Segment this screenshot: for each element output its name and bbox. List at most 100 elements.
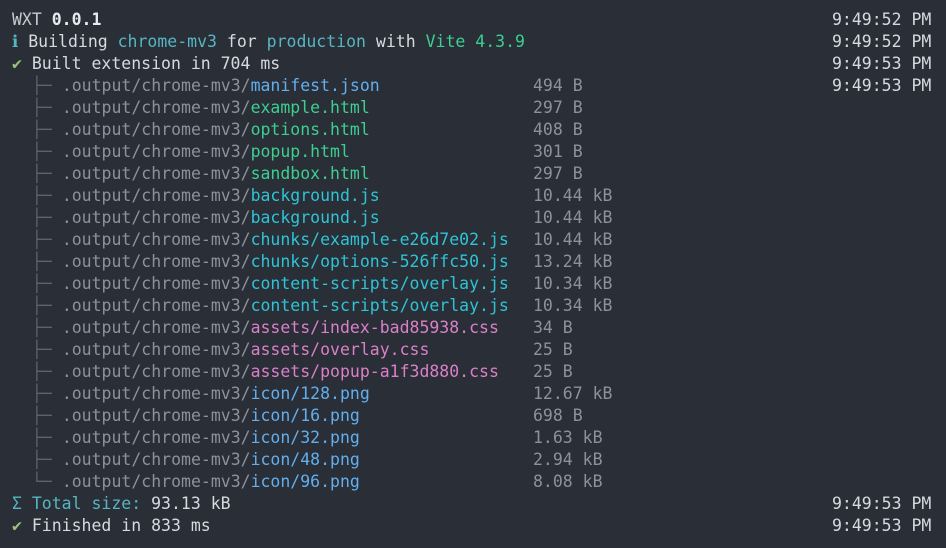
file-name: background.js (250, 208, 380, 227)
file-size: 494 B (533, 76, 583, 95)
file-name: icon/32.png (250, 428, 360, 447)
finished-line: ✔ Finished in 833 ms 9:49:53 PM (0, 515, 946, 537)
file-size: 13.24 kB (533, 252, 613, 271)
tree-branch: ├─ (32, 318, 52, 337)
file-dir: .output/chrome-mv3/ (61, 164, 251, 183)
file-row: ├─ .output/chrome-mv3/content-scripts/ov… (0, 273, 946, 295)
file-dir: .output/chrome-mv3/ (61, 274, 251, 293)
file-name: sandbox.html (250, 164, 370, 183)
file-name: content-scripts/overlay.js (250, 296, 509, 315)
file-list: ├─ .output/chrome-mv3/manifest.json 494 B… (0, 75, 946, 493)
file-row: ├─ .output/chrome-mv3/chunks/example-e26… (0, 229, 946, 251)
app-version: 0.0.1 (51, 10, 102, 29)
file-dir: .output/chrome-mv3/ (61, 384, 251, 403)
file-name: manifest.json (250, 76, 380, 95)
file-size: 408 B (533, 120, 583, 139)
tree-branch: ├─ (32, 98, 52, 117)
file-name: chunks/options-526ffc50.js (250, 252, 509, 271)
file-size: 8.08 kB (533, 472, 603, 491)
file-row: ├─ .output/chrome-mv3/background.js 10.44… (0, 185, 946, 207)
file-size: 10.34 kB (533, 274, 613, 293)
file-dir: .output/chrome-mv3/ (61, 76, 251, 95)
file-name: example.html (250, 98, 370, 117)
tree-branch: ├─ (32, 296, 52, 315)
building-prefix: Building (28, 32, 118, 51)
file-row: ├─ .output/chrome-mv3/assets/overlay.css… (0, 339, 946, 361)
file-name: popup.html (250, 142, 350, 161)
file-dir: .output/chrome-mv3/ (61, 230, 251, 249)
tree-branch: ├─ (32, 428, 52, 447)
check-icon: ✔ (12, 516, 22, 535)
tree-branch: ├─ (32, 252, 52, 271)
build-mode: production (266, 32, 366, 51)
build-tool: Vite 4.3.9 (425, 32, 525, 51)
tree-branch: ├─ (32, 186, 52, 205)
header-line: WXT 0.0.1 9:49:52 PM (0, 9, 946, 31)
building-for: for (216, 32, 267, 51)
file-dir: .output/chrome-mv3/ (61, 208, 251, 227)
file-dir: .output/chrome-mv3/ (61, 186, 251, 205)
file-row: ├─ .output/chrome-mv3/manifest.json 494 B… (0, 75, 946, 97)
build-target: chrome-mv3 (117, 32, 217, 51)
file-name: chunks/example-e26d7e02.js (250, 230, 509, 249)
total-value: 93.13 kB (141, 494, 231, 513)
file-size: 25 B (533, 340, 573, 359)
total-label: Total size: (31, 494, 142, 513)
file-dir: .output/chrome-mv3/ (61, 362, 251, 381)
sigma-icon: Σ (12, 494, 22, 513)
file-dir: .output/chrome-mv3/ (61, 318, 251, 337)
file-row: ├─ .output/chrome-mv3/chunks/options-526… (0, 251, 946, 273)
file-row: ├─ .output/chrome-mv3/options.html 408 B (0, 119, 946, 141)
file-dir: .output/chrome-mv3/ (61, 428, 251, 447)
file-size: 10.44 kB (533, 230, 613, 249)
file-name: assets/popup-a1f3d880.css (250, 362, 499, 381)
app-name: WXT (12, 10, 42, 29)
file-size: 12.67 kB (533, 384, 613, 403)
tree-branch: ├─ (32, 274, 52, 293)
file-row: └─ .output/chrome-mv3/icon/96.png 8.08 kB (0, 471, 946, 493)
timestamp: 9:49:53 PM (832, 76, 932, 95)
total-line: Σ Total size: 93.13 kB 9:49:53 PM (0, 493, 946, 515)
file-dir: .output/chrome-mv3/ (61, 340, 251, 359)
file-size: 10.34 kB (533, 296, 613, 315)
check-icon: ✔ (12, 54, 22, 73)
file-dir: .output/chrome-mv3/ (61, 296, 251, 315)
file-row: ├─ .output/chrome-mv3/icon/128.png 12.67 … (0, 383, 946, 405)
file-row: ├─ .output/chrome-mv3/sandbox.html 297 B (0, 163, 946, 185)
file-dir: .output/chrome-mv3/ (61, 406, 251, 425)
built-text: Built extension in 704 ms (31, 54, 281, 73)
file-row: ├─ .output/chrome-mv3/background.js 10.44… (0, 207, 946, 229)
file-name: content-scripts/overlay.js (250, 274, 509, 293)
file-name: background.js (250, 186, 380, 205)
tree-branch: ├─ (32, 362, 52, 381)
finished-text: Finished in 833 ms (31, 516, 211, 535)
file-size: 698 B (533, 406, 583, 425)
file-dir: .output/chrome-mv3/ (61, 450, 251, 469)
file-dir: .output/chrome-mv3/ (61, 472, 251, 491)
file-size: 301 B (533, 142, 583, 161)
file-size: 297 B (533, 164, 583, 183)
file-row: ├─ .output/chrome-mv3/assets/popup-a1f3d… (0, 361, 946, 383)
tree-branch: ├─ (32, 384, 52, 403)
file-size: 297 B (533, 98, 583, 117)
file-dir: .output/chrome-mv3/ (61, 120, 251, 139)
built-line: ✔ Built extension in 704 ms 9:49:53 PM (0, 53, 946, 75)
terminal-output: WXT 0.0.1 9:49:52 PM ℹ Building chrome-m… (0, 0, 946, 548)
file-size: 2.94 kB (533, 450, 603, 469)
file-name: assets/overlay.css (250, 340, 430, 359)
timestamp: 9:49:53 PM (832, 494, 932, 513)
file-row: ├─ .output/chrome-mv3/popup.html 301 B (0, 141, 946, 163)
file-dir: .output/chrome-mv3/ (61, 142, 251, 161)
file-row: ├─ .output/chrome-mv3/icon/32.png 1.63 kB (0, 427, 946, 449)
file-name: assets/index-bad85938.css (250, 318, 499, 337)
file-name: icon/128.png (250, 384, 370, 403)
tree-branch: ├─ (32, 76, 52, 95)
tree-branch: └─ (32, 472, 52, 491)
timestamp: 9:49:53 PM (832, 54, 932, 73)
file-row: ├─ .output/chrome-mv3/example.html 297 B (0, 97, 946, 119)
tree-branch: ├─ (32, 208, 52, 227)
file-row: ├─ .output/chrome-mv3/icon/48.png 2.94 kB (0, 449, 946, 471)
timestamp: 9:49:52 PM (832, 10, 932, 29)
tree-branch: ├─ (32, 450, 52, 469)
timestamp: 9:49:53 PM (832, 516, 932, 535)
